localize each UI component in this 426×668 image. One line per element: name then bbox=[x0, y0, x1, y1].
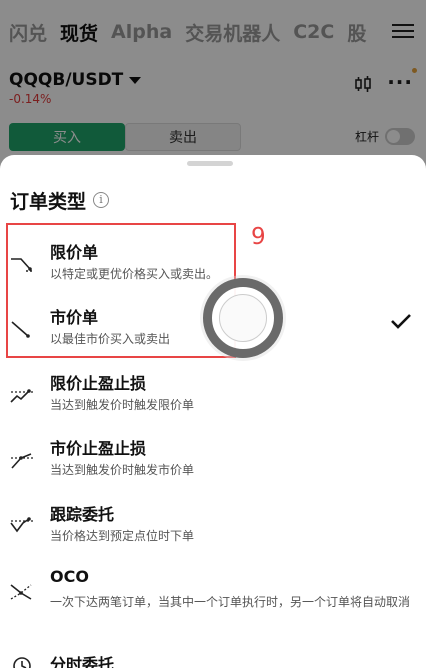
option-desc: 一次下达两笔订单，当其中一个订单执行时，另一个订单将自动取消 bbox=[50, 595, 411, 609]
spinner-center bbox=[219, 294, 267, 342]
order-type-oco[interactable]: OCO 一次下达两笔订单，当其中一个订单执行时，另一个订单将自动取消 bbox=[0, 567, 426, 637]
twap-icon bbox=[13, 657, 31, 668]
option-desc: 当达到触发价时触发市价单 bbox=[50, 463, 195, 477]
option-title: OCO bbox=[50, 567, 89, 586]
trailing-order-icon bbox=[10, 517, 33, 533]
option-desc: 当达到触发价时触发限价单 bbox=[50, 398, 195, 412]
order-type-trailing[interactable]: 跟踪委托 当价格达到预定点位时下单 bbox=[0, 501, 426, 561]
option-title: 限价止盈止损 bbox=[50, 374, 147, 393]
limit-tpsl-icon bbox=[10, 389, 33, 403]
option-desc: 当价格达到预定点位时下单 bbox=[50, 529, 195, 543]
sheet-title: 订单类型 bbox=[10, 191, 87, 213]
option-title: 分时委托 bbox=[50, 655, 115, 668]
option-title: 市价止盈止损 bbox=[50, 439, 147, 458]
oco-icon bbox=[10, 584, 32, 600]
annotation-highlight-box bbox=[6, 223, 236, 358]
order-type-twap[interactable]: 分时委托 bbox=[0, 651, 426, 668]
sheet-grabber[interactable] bbox=[187, 161, 233, 166]
check-icon bbox=[391, 314, 411, 329]
market-tpsl-icon bbox=[11, 453, 33, 469]
loading-spinner bbox=[200, 275, 286, 361]
info-icon[interactable]: i bbox=[93, 192, 109, 208]
order-type-market-tpsl[interactable]: 市价止盈止损 当达到触发价时触发市价单 bbox=[0, 435, 426, 495]
annotation-step-number: 9 bbox=[251, 224, 266, 250]
order-type-limit-tpsl[interactable]: 限价止盈止损 当达到触发价时触发限价单 bbox=[0, 370, 426, 430]
option-title: 跟踪委托 bbox=[50, 505, 115, 524]
